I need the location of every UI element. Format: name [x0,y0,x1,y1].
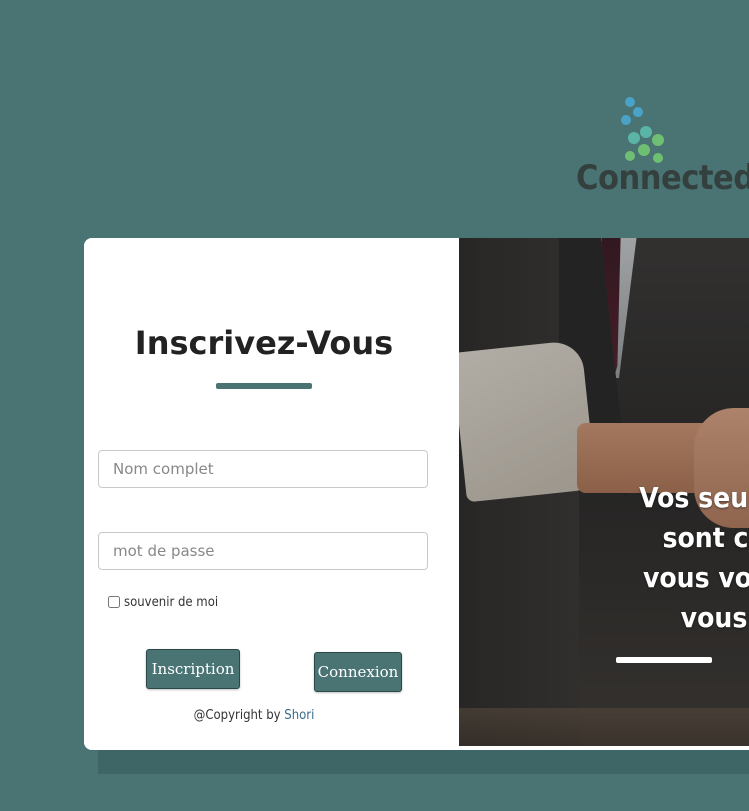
login-button[interactable]: Connexion [314,652,402,692]
full-name-input[interactable] [98,450,428,488]
molecule-x-icon [621,97,664,163]
signup-form: Inscrivez-Vous souvenir de moi Inscripti… [84,238,459,750]
slogan-underline [616,657,712,663]
handshake-image: Vos seules sont ce vous vous vous [459,238,749,746]
title-underline [216,383,312,389]
slogan-line: vous vous [642,561,749,594]
copyright-author: Shori [284,708,315,723]
copyright-prefix: @Copyright by [193,708,285,723]
signup-card: Inscrivez-Vous souvenir de moi Inscripti… [84,238,749,750]
brand-logo: Connected [576,92,749,207]
remember-checkbox[interactable] [108,596,120,608]
slogan-line: vous [680,601,748,634]
signup-button[interactable]: Inscription [146,649,240,689]
slogan-line: sont ce [662,521,749,554]
hero-slogan: Vos seules sont ce vous vous vous [629,478,749,638]
copyright-text: @Copyright by Shori [84,708,424,723]
slogan-line: Vos seules [639,481,749,514]
brand-name: Connected [576,158,749,198]
remember-me[interactable]: souvenir de moi [108,594,218,610]
card-shadow [98,748,749,774]
password-input[interactable] [98,532,428,570]
form-title: Inscrivez-Vous [134,324,394,362]
remember-label: souvenir de moi [124,594,219,610]
